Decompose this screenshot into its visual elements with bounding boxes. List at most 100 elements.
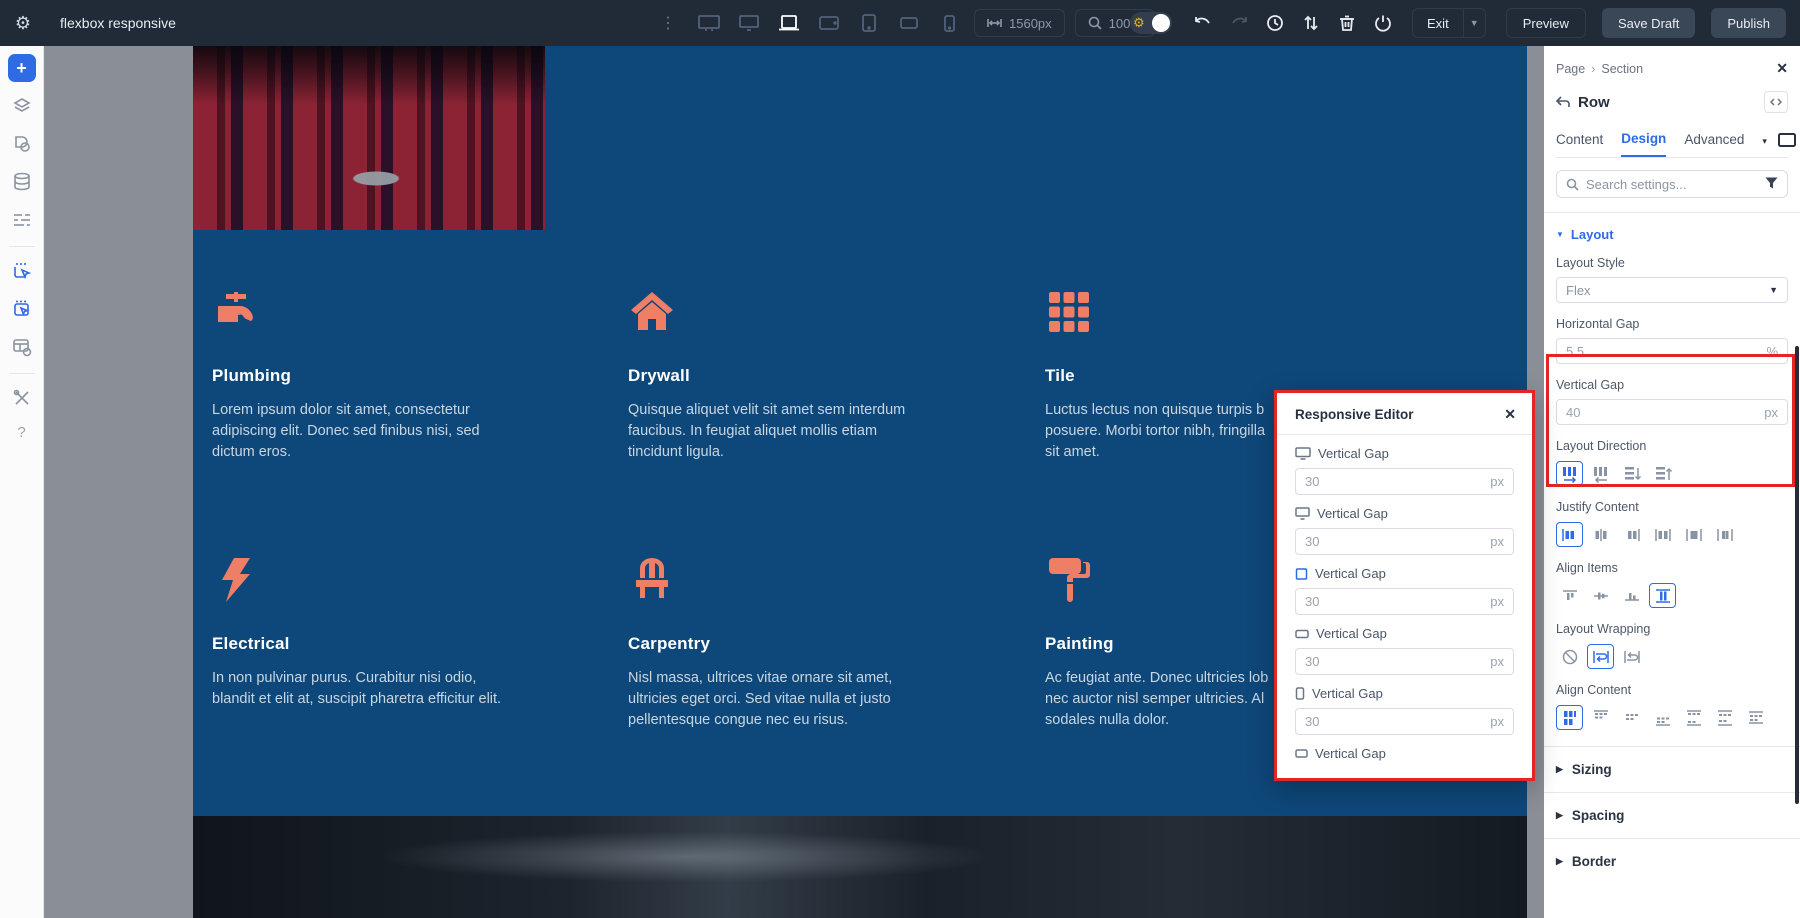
breadcrumb: Page › Section ✕ [1556,46,1788,77]
horizontal-gap-unit[interactable]: % [1766,344,1778,359]
sidebar-divider [9,246,35,247]
service-card[interactable]: Electrical In non pulvinar purus. Curabi… [212,556,548,710]
vertical-gap-input-tablet-landscape[interactable]: 30 px [1295,648,1514,675]
wrap-reverse-icon[interactable] [1618,644,1645,669]
tablet-landscape-icon [1295,629,1309,639]
vertical-gap-input[interactable]: 40 px [1556,399,1788,425]
device-tablet-portrait-icon[interactable] [854,10,884,36]
device-tablet-landscape-icon[interactable] [814,10,844,36]
content-stretch-icon[interactable] [1556,705,1583,730]
device-desktop-large-icon[interactable] [694,10,724,36]
vertical-gap-input-tablet-portrait[interactable]: 30 px [1295,708,1514,735]
direction-horizontal-reverse-icon[interactable] [1587,461,1614,486]
structure-settings-icon[interactable] [8,333,36,361]
trash-icon[interactable] [1332,8,1362,38]
sizing-caret-icon: ▶ [1556,764,1563,775]
align-baseline-icon[interactable] [1618,583,1645,608]
popup-close-icon[interactable]: ✕ [1504,406,1516,423]
hero-photo-plaid-shirt [193,46,545,230]
element-header: Row [1556,91,1788,113]
direction-vertical-icon[interactable] [1618,461,1645,486]
tab-design[interactable]: Design [1621,125,1666,157]
content-center-icon[interactable] [1618,705,1645,730]
import-export-icon[interactable] [1296,8,1326,38]
vertical-gap-input-desktop-large[interactable]: 30 px [1295,468,1514,495]
undo-icon[interactable] [1188,8,1218,38]
power-icon[interactable] [1368,8,1398,38]
settings-panel: Page › Section ✕ Row Content Design Adva… [1544,46,1800,918]
more-breakpoints-icon[interactable]: ⋮ [660,13,676,33]
device-phone-landscape-icon[interactable] [894,10,924,36]
vertical-gap-input-desktop[interactable]: 30 px [1295,528,1514,555]
content-space-evenly-icon[interactable] [1742,705,1769,730]
layout-style-select[interactable]: Flex ▼ [1556,277,1788,303]
gap-value: 30 [1305,714,1319,729]
spacing-section-header[interactable]: ▶ Spacing [1556,793,1788,838]
add-element-button[interactable]: + [8,54,36,82]
filter-funnel-icon[interactable] [1765,177,1778,192]
justify-content-label: Justify Content [1556,500,1788,514]
align-stretch-icon[interactable] [1649,583,1676,608]
justify-end-icon[interactable] [1618,522,1645,547]
device-phone-portrait-icon[interactable] [934,10,964,36]
tab-content[interactable]: Content [1556,126,1603,156]
justify-space-evenly-icon[interactable] [1711,522,1738,547]
exit-button[interactable]: Exit [1413,9,1463,37]
tools-icon[interactable] [8,384,36,412]
service-card[interactable]: Plumbing Lorem ipsum dolor sit amet, con… [212,288,548,463]
paint-roller-icon [1045,556,1093,604]
panel-scrollbar[interactable] [1795,346,1799,804]
expand-panel-icon[interactable] [1764,91,1788,113]
service-card[interactable]: Carpentry Nisl massa, ultrices vitae orn… [628,556,964,731]
layout-section-header[interactable]: ▼ Layout [1556,227,1788,242]
breadcrumb-page[interactable]: Page [1556,62,1585,76]
preview-button[interactable]: Preview [1506,8,1586,38]
publish-button[interactable]: Publish [1711,8,1786,38]
design-library-icon[interactable] [8,130,36,158]
tab-advanced[interactable]: Advanced [1684,126,1744,156]
breadcrumb-section[interactable]: Section [1601,62,1643,76]
exit-caret-icon[interactable]: ▼ [1463,9,1485,37]
vertical-gap-input-laptop[interactable]: 30 px [1295,588,1514,615]
save-draft-button[interactable]: Save Draft [1602,8,1695,38]
sizing-section-header[interactable]: ▶ Sizing [1556,747,1788,792]
content-end-icon[interactable] [1649,705,1676,730]
justify-space-between-icon[interactable] [1649,522,1676,547]
justify-space-around-icon[interactable] [1680,522,1707,547]
layers-icon[interactable] [8,92,36,120]
content-start-icon[interactable] [1587,705,1614,730]
wrap-icon[interactable] [1587,644,1614,669]
global-settings-icon[interactable] [8,206,36,234]
redo-icon[interactable] [1224,8,1254,38]
theme-toggle[interactable]: ⚙ [1130,12,1172,34]
align-start-icon[interactable] [1556,583,1583,608]
align-center-icon[interactable] [1587,583,1614,608]
settings-gear-icon[interactable]: ⚙ [0,13,46,34]
element-name: Row [1578,94,1610,111]
zoom-magnifier-icon [1088,16,1102,30]
horizontal-gap-input[interactable]: 5.5 % [1556,338,1788,364]
device-laptop-icon[interactable] [774,10,804,36]
direction-horizontal-icon[interactable] [1556,461,1583,486]
border-section-header[interactable]: ▶ Border [1556,839,1788,884]
element-selector-icon[interactable] [8,257,36,285]
database-icon[interactable] [8,168,36,196]
service-card[interactable]: Drywall Quisque aliquet velit sit amet s… [628,288,964,463]
justify-start-icon[interactable] [1556,522,1583,547]
panel-close-icon[interactable]: ✕ [1776,60,1788,77]
wrap-none-icon[interactable] [1556,644,1583,669]
history-clock-icon[interactable] [1260,8,1290,38]
parent-selector-icon[interactable] [8,295,36,323]
tabs-caret-icon[interactable]: ▾ [1762,136,1767,147]
panel-device-icon[interactable] [1777,132,1797,151]
content-space-around-icon[interactable] [1711,705,1738,730]
back-arrow-icon[interactable] [1556,96,1570,108]
vertical-gap-unit[interactable]: px [1764,405,1778,420]
direction-vertical-reverse-icon[interactable] [1649,461,1676,486]
help-icon[interactable]: ? [17,424,25,441]
justify-center-icon[interactable] [1587,522,1614,547]
search-settings-input[interactable]: Search settings... [1556,170,1788,198]
canvas-width-input[interactable]: 1560px [974,9,1065,37]
device-desktop-icon[interactable] [734,10,764,36]
content-space-between-icon[interactable] [1680,705,1707,730]
